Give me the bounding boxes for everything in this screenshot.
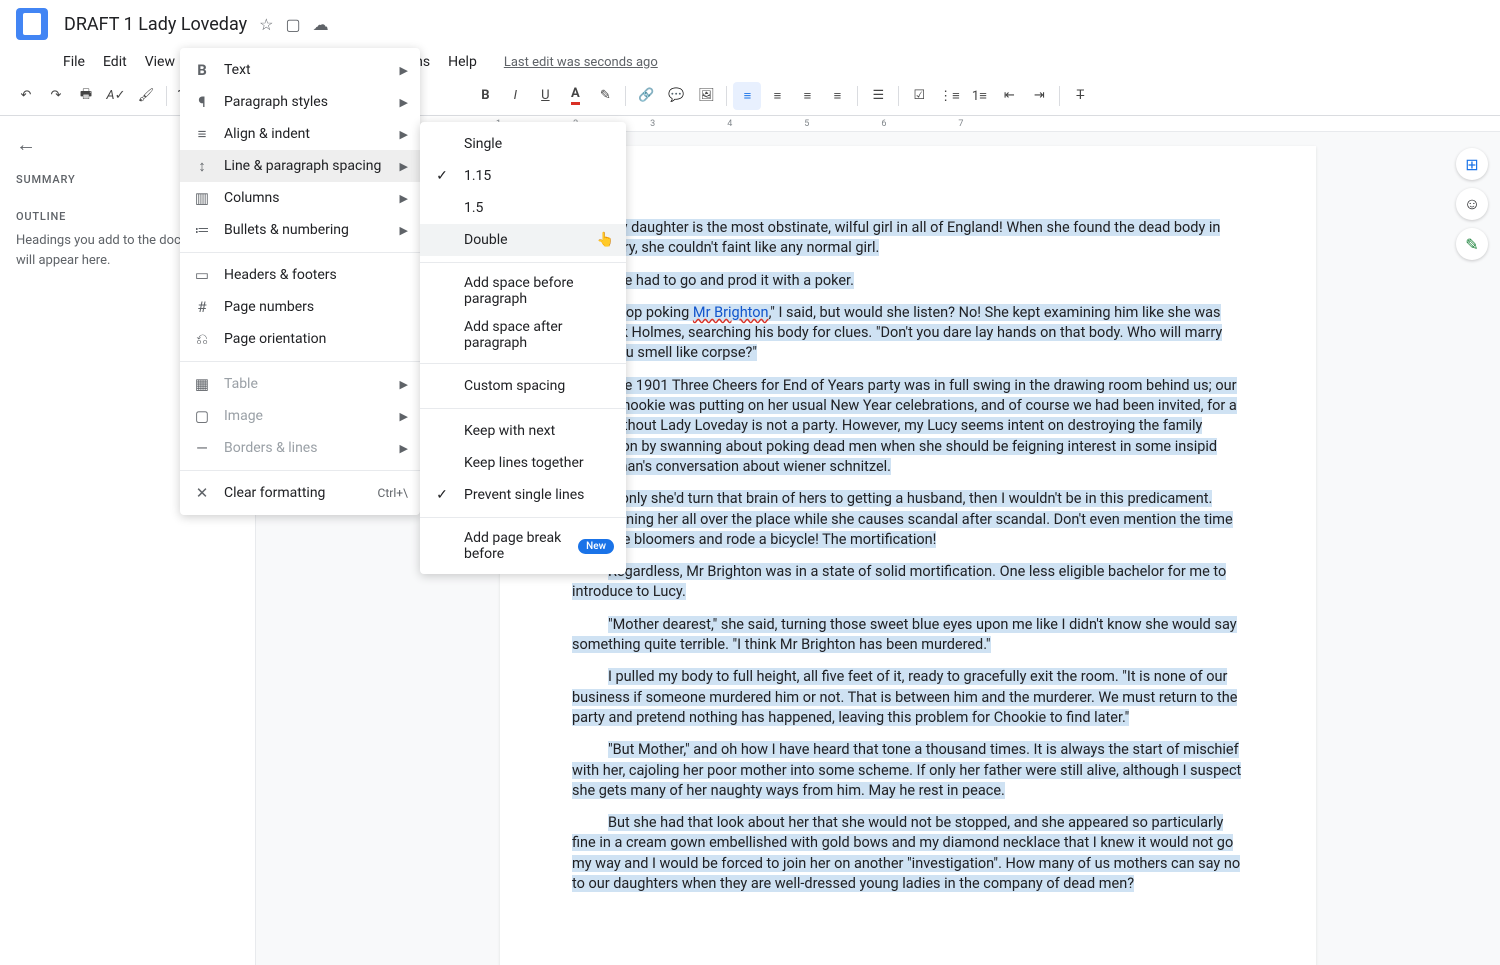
- format-dropdown: BText▶¶Paragraph styles▶≡Align & indent▶…: [180, 48, 420, 515]
- line-spacing-button[interactable]: ☰: [864, 82, 892, 110]
- print-button[interactable]: 🖶: [72, 82, 100, 110]
- align-center-button[interactable]: ≡: [763, 82, 791, 110]
- insert-comment-button[interactable]: 💬: [662, 82, 690, 110]
- spacing-menu-item[interactable]: 1.5: [420, 192, 626, 224]
- spacing-menu-item[interactable]: Add page break beforeNew: [420, 524, 626, 568]
- document-paragraph[interactable]: I pulled my body to full height, all fiv…: [572, 667, 1244, 728]
- document-paragraph[interactable]: "Stop poking Mr Brighton," I said, but w…: [572, 303, 1244, 364]
- menu-edit[interactable]: Edit: [96, 50, 134, 74]
- align-right-button[interactable]: ≡: [793, 82, 821, 110]
- bulleted-list-button[interactable]: ⋮≡: [935, 82, 963, 110]
- format-menu-item[interactable]: ⎌Page orientation: [180, 323, 420, 355]
- menu-view[interactable]: View: [138, 50, 182, 74]
- align-left-button[interactable]: ≡: [733, 82, 761, 110]
- spacing-menu-item[interactable]: Single: [420, 128, 626, 160]
- document-paragraph[interactable]: The 1901 Three Cheers for End of Years p…: [572, 376, 1244, 477]
- line-spacing-submenu: Single✓1.151.5Double👆 Add space before pa…: [420, 122, 626, 574]
- italic-button[interactable]: I: [501, 82, 529, 110]
- align-justify-button[interactable]: ≡: [823, 82, 851, 110]
- cloud-status-icon[interactable]: ☁: [313, 15, 329, 34]
- format-menu-item[interactable]: ≡Align & indent▶: [180, 118, 420, 150]
- spacing-menu-item[interactable]: Add space before paragraph: [420, 269, 626, 313]
- side-actions: ⊞ ☺ ✎: [1456, 148, 1488, 260]
- document-paragraph[interactable]: But she had that look about her that she…: [572, 813, 1244, 894]
- document-paragraph[interactable]: My daughter is the most obstinate, wilfu…: [572, 218, 1244, 259]
- spacing-menu-item[interactable]: ✓Prevent single lines: [420, 479, 626, 511]
- document-paragraph[interactable]: "But Mother," and oh how I have heard th…: [572, 740, 1244, 801]
- format-menu-item[interactable]: #Page numbers: [180, 291, 420, 323]
- format-menu-item: ▢Image▶: [180, 400, 420, 432]
- spacing-menu-item[interactable]: ✓1.15: [420, 160, 626, 192]
- undo-button[interactable]: ↶: [12, 82, 40, 110]
- format-menu-item[interactable]: ¶Paragraph styles▶: [180, 86, 420, 118]
- document-paragraph[interactable]: If only she'd turn that brain of hers to…: [572, 489, 1244, 550]
- underline-button[interactable]: U: [531, 82, 559, 110]
- menu-file[interactable]: File: [56, 50, 92, 74]
- spacing-menu-item[interactable]: Keep lines together: [420, 447, 626, 479]
- paint-format-button[interactable]: 🖌: [132, 82, 160, 110]
- add-comment-fab[interactable]: ⊞: [1456, 148, 1488, 180]
- spacing-menu-item[interactable]: Double👆: [420, 224, 626, 256]
- spacing-menu-item[interactable]: Keep with next: [420, 415, 626, 447]
- insert-link-button[interactable]: 🔗: [632, 82, 660, 110]
- document-paragraph[interactable]: She had to go and prod it with a poker.: [572, 271, 1244, 291]
- increase-indent-button[interactable]: ⇥: [1025, 82, 1053, 110]
- bold-button[interactable]: B: [471, 82, 499, 110]
- spelling-error[interactable]: Mr Brighton: [693, 304, 769, 321]
- highlight-button[interactable]: ✎: [591, 82, 619, 110]
- document-paragraph[interactable]: Regardless, Mr Brighton was in a state o…: [572, 562, 1244, 603]
- format-menu-item[interactable]: ↕Line & paragraph spacing▶: [180, 150, 420, 182]
- spacing-menu-item[interactable]: Add space after paragraph: [420, 313, 626, 357]
- menu-help[interactable]: Help: [441, 50, 484, 74]
- insert-image-button[interactable]: 🖼: [692, 82, 720, 110]
- format-menu-item[interactable]: ✕Clear formattingCtrl+\: [180, 477, 420, 509]
- star-icon[interactable]: ☆: [259, 15, 273, 34]
- format-menu-item[interactable]: ▭Headers & footers: [180, 259, 420, 291]
- app-header: DRAFT 1 Lady Loveday ☆ ▢ ☁: [0, 0, 1500, 48]
- format-menu-item: ▦Table▶: [180, 368, 420, 400]
- document-paragraph[interactable]: "Mother dearest," she said, turning thos…: [572, 615, 1244, 656]
- emoji-fab[interactable]: ☺: [1456, 188, 1488, 220]
- redo-button[interactable]: ↷: [42, 82, 70, 110]
- numbered-list-button[interactable]: 1≡: [965, 82, 993, 110]
- spellcheck-button[interactable]: A✓: [102, 82, 130, 110]
- move-icon[interactable]: ▢: [285, 15, 300, 34]
- last-edit-link[interactable]: Last edit was seconds ago: [504, 55, 658, 70]
- format-menu-item: —Borders & lines▶: [180, 432, 420, 464]
- spacing-menu-item[interactable]: Custom spacing: [420, 370, 626, 402]
- cursor-icon: 👆: [597, 232, 614, 248]
- format-menu-item[interactable]: ≔Bullets & numbering▶: [180, 214, 420, 246]
- checklist-button[interactable]: ☑: [905, 82, 933, 110]
- document-title[interactable]: DRAFT 1 Lady Loveday: [64, 14, 247, 35]
- format-menu-item[interactable]: BText▶: [180, 54, 420, 86]
- format-menu-item[interactable]: ▥Columns▶: [180, 182, 420, 214]
- docs-logo-icon[interactable]: [16, 8, 48, 40]
- suggest-fab[interactable]: ✎: [1456, 228, 1488, 260]
- decrease-indent-button[interactable]: ⇤: [995, 82, 1023, 110]
- clear-formatting-button[interactable]: T: [1066, 82, 1094, 110]
- text-color-button[interactable]: A: [561, 82, 589, 110]
